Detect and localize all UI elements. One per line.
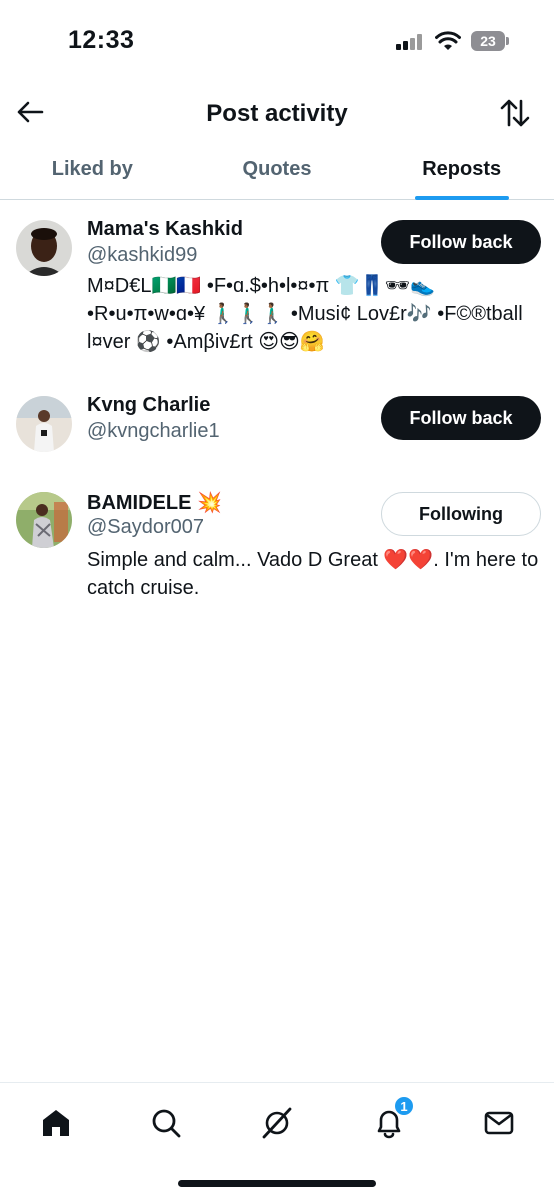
nav-messages[interactable]: [479, 1103, 519, 1143]
notification-badge: 1: [393, 1095, 415, 1117]
user-display-name: BAMIDELE 💥: [87, 492, 222, 514]
nav-notifications[interactable]: 1: [369, 1095, 415, 1143]
status-time: 12:33: [68, 26, 135, 54]
user-handle: @kashkid99: [87, 244, 198, 266]
follow-back-button[interactable]: Follow back: [381, 220, 541, 264]
tab-label: Liked by: [51, 158, 133, 180]
grok-icon: [262, 1107, 292, 1139]
user-handle: @kvngcharlie1: [87, 420, 220, 442]
status-bar: 12:33 23: [0, 0, 554, 84]
list-item[interactable]: BAMIDELE 💥 @Saydor007 Following Simple a…: [0, 474, 554, 604]
sort-arrows-icon: [500, 99, 530, 127]
search-icon: [152, 1109, 181, 1138]
tab-bar: Liked by Quotes Reposts: [0, 146, 554, 200]
page-title: Post activity: [206, 100, 348, 127]
following-button[interactable]: Following: [381, 492, 541, 536]
user-bio: M¤D€L🇳🇬🇫🇷 •F•ɑ.$•h•l•¤•π 👕👖🕶👟 •R•u•π•w•ɑ…: [87, 275, 523, 353]
sort-button[interactable]: [498, 96, 532, 130]
user-handle: @Saydor007: [87, 516, 205, 538]
tab-label: Quotes: [242, 158, 312, 180]
avatar[interactable]: [16, 220, 72, 276]
nav-grok[interactable]: [257, 1103, 297, 1143]
battery-level: 23: [471, 31, 505, 51]
list-item[interactable]: Mama's Kashkid @kashkid99 Follow back M¤…: [0, 202, 554, 378]
list-item[interactable]: Kvng Charlie @kvngcharlie1 Follow back: [0, 378, 554, 474]
tab-label: Reposts: [422, 158, 502, 180]
tab-liked-by[interactable]: Liked by: [0, 146, 185, 199]
user-list: Mama's Kashkid @kashkid99 Follow back M¤…: [0, 202, 554, 604]
nav-home[interactable]: [36, 1103, 76, 1143]
user-display-name: Kvng Charlie: [87, 394, 211, 416]
avatar[interactable]: [16, 396, 72, 452]
wifi-icon: [435, 31, 461, 51]
active-tab-indicator: [414, 196, 509, 200]
header: Post activity: [0, 84, 554, 146]
home-indicator: [178, 1180, 376, 1187]
tab-reposts[interactable]: Reposts: [369, 146, 554, 200]
avatar[interactable]: [16, 492, 72, 548]
battery-icon: 23: [471, 31, 509, 51]
follow-back-button[interactable]: Follow back: [381, 396, 541, 440]
messages-icon: [484, 1111, 514, 1135]
tab-quotes[interactable]: Quotes: [185, 146, 370, 199]
nav-search[interactable]: [146, 1103, 186, 1143]
user-display-name: Mama's Kashkid: [87, 218, 243, 240]
home-icon: [43, 1110, 69, 1136]
user-bio: Simple and calm... Vado D Great ❤️❤️. I'…: [87, 549, 539, 599]
cellular-signal-icon: [396, 34, 426, 50]
